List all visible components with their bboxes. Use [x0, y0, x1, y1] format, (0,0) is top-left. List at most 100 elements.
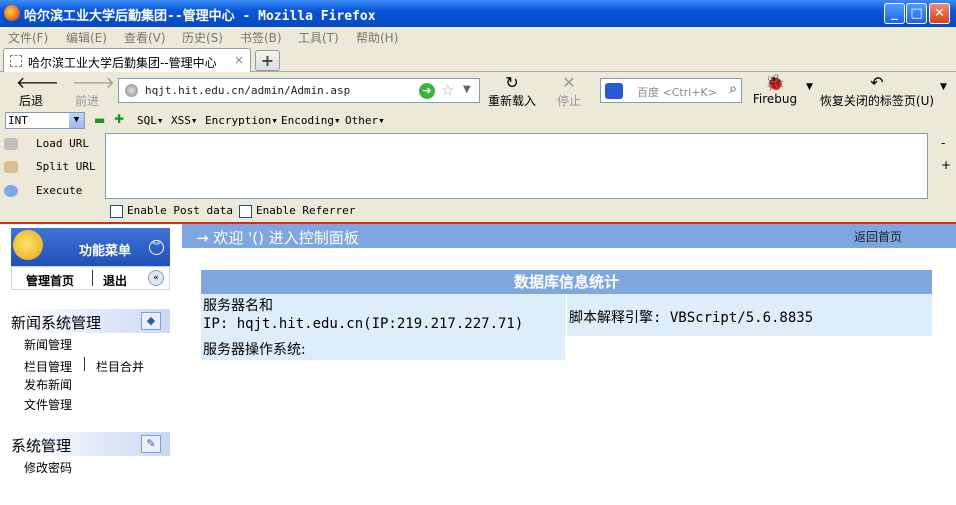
hide-sidebar-icon[interactable]: « — [148, 270, 164, 286]
link-divider — [84, 357, 85, 371]
menu-tabs: 管理首页 退出 « — [11, 266, 170, 290]
minimize-button[interactable]: _ — [884, 3, 905, 24]
firefox-window: 哈尔滨工业大学后勤集团--管理中心 - Mozilla Firefox _ □ … — [0, 0, 956, 505]
shrink-textarea-button[interactable]: - — [941, 136, 945, 150]
execute-icon — [4, 185, 18, 197]
column-merge-link[interactable]: 栏目合并 — [96, 358, 144, 375]
go-arrow-icon[interactable]: ➜ — [419, 83, 435, 99]
forward-label: 前进 — [74, 94, 99, 108]
stop-icon: ✕ — [562, 73, 576, 92]
enable-referrer-checkbox[interactable]: Enable Referrer — [239, 204, 355, 218]
hackbar-url-textarea[interactable] — [105, 133, 928, 199]
logout-link[interactable]: 退出 — [103, 272, 127, 289]
restore-tabs-label: 恢复关闭的标签页(U) — [819, 94, 935, 108]
hackbar-menu-encryption[interactable]: Encryption▾ — [205, 114, 278, 127]
system-section-icon: ✎ — [141, 435, 161, 453]
page-content: 功能菜单 ︾ 管理首页 退出 « 新闻系统管理 ◆ 新闻管理 栏目管理 栏目合并… — [0, 222, 956, 505]
menu-bookmarks[interactable]: 书签(B) — [240, 29, 282, 46]
bookmark-star-icon[interactable]: ☆ — [441, 81, 454, 99]
news-section-icon: ◆ — [141, 312, 161, 330]
server-info-row: 服务器名和 IP: hqjt.hit.edu.cn(IP:219.217.227… — [201, 294, 932, 336]
restore-closed-tabs-button[interactable]: ↶ 恢复关闭的标签页(U) — [818, 74, 936, 109]
back-arrow-icon: 🡐 — [16, 73, 59, 92]
reload-label: 重新载入 — [487, 94, 536, 108]
hackbar-menu-other[interactable]: Other▾ — [345, 114, 385, 127]
tab-admin[interactable]: 哈尔滨工业大学后勤集团--管理中心 × — [3, 48, 251, 73]
select-dropdown-icon[interactable]: ▼ — [69, 113, 84, 128]
close-button[interactable]: ✕ — [929, 3, 950, 24]
forward-button[interactable]: 🡒 前进 — [72, 73, 115, 109]
split-url-button[interactable]: Split URL — [4, 160, 96, 173]
menu-file[interactable]: 文件(F) — [8, 29, 48, 46]
enable-referrer-box[interactable] — [239, 204, 252, 218]
db-stats-title: 数据库信息统计 — [201, 270, 932, 294]
title-bar: 哈尔滨工业大学后勤集团--管理中心 - Mozilla Firefox _ □ … — [0, 0, 956, 27]
reload-icon: ↻ — [505, 73, 519, 92]
return-home-link[interactable]: 返回首页 — [854, 228, 902, 245]
file-manage-link[interactable]: 文件管理 — [24, 396, 72, 413]
server-name-label: 服务器名和 — [203, 298, 273, 314]
admin-home-link[interactable]: 管理首页 — [26, 272, 74, 289]
script-engine-cell: 脚本解释引擎: VBScript/5.6.8835 — [569, 310, 814, 326]
stop-button[interactable]: ✕ 停止 — [554, 74, 584, 109]
restore-dropdown-icon[interactable]: ▼ — [940, 82, 947, 92]
url-text[interactable]: hqjt.hit.edu.cn/admin/Admin.asp — [145, 84, 350, 97]
hackbar-type-select[interactable]: INT ▼ — [5, 112, 85, 129]
load-url-button[interactable]: Load URL — [4, 137, 89, 150]
hackbar: INT ▼ ▬ ✚ SQL▾ XSS▾ Encryption▾ Encoding… — [0, 110, 956, 222]
change-password-link[interactable]: 修改密码 — [24, 459, 72, 476]
welcome-bar: → 欢迎 '() 进入控制面板 返回首页 — [182, 224, 956, 248]
hackbar-menu-sql[interactable]: SQL▾ — [137, 114, 164, 127]
collapse-menu-icon[interactable]: ︾ — [149, 240, 164, 255]
baidu-paw-icon[interactable]: 🐾 — [605, 83, 623, 99]
stop-label: 停止 — [556, 94, 581, 108]
search-magnifier-icon[interactable]: ⌕ — [729, 81, 737, 97]
back-button[interactable]: 🡐 后退 — [16, 73, 59, 109]
server-os-cell: 服务器操作系统: — [203, 342, 306, 358]
news-section-title: 新闻系统管理 — [11, 314, 102, 332]
url-dropdown-icon[interactable]: ▼ — [463, 84, 471, 95]
enable-post-box[interactable] — [110, 204, 123, 218]
welcome-text: → 欢迎 '() 进入控制面板 — [196, 229, 359, 247]
forward-arrow-icon: 🡒 — [72, 73, 115, 92]
increase-icon[interactable]: ✚ — [114, 112, 124, 126]
server-ip-value: IP: hqjt.hit.edu.cn(IP:219.217.227.71) — [203, 316, 524, 332]
split-url-icon — [4, 161, 18, 173]
back-label: 后退 — [18, 94, 43, 108]
reload-button[interactable]: ↻ 重新载入 — [486, 74, 538, 109]
site-identity-icon[interactable] — [125, 84, 138, 97]
menu-tools[interactable]: 工具(T) — [298, 29, 339, 46]
grow-textarea-button[interactable]: + — [941, 158, 951, 172]
restore-tab-icon: ↶ — [870, 73, 884, 92]
system-section-title: 系统管理 — [11, 437, 72, 455]
news-manage-link[interactable]: 新闻管理 — [24, 336, 72, 353]
hackbar-menu-xss[interactable]: XSS▾ — [171, 114, 198, 127]
function-menu-header: 功能菜单 ︾ — [11, 228, 170, 266]
url-bar[interactable]: hqjt.hit.edu.cn/admin/Admin.asp ➜ ☆ ▼ — [118, 78, 480, 103]
menu-help[interactable]: 帮助(H) — [356, 29, 398, 46]
menu-bar: 文件(F) 编辑(E) 查看(V) 历史(S) 书签(B) 工具(T) 帮助(H… — [0, 27, 956, 46]
menu-history[interactable]: 历史(S) — [182, 29, 223, 46]
menu-edit[interactable]: 编辑(E) — [66, 29, 107, 46]
hackbar-menu-encoding[interactable]: Encoding▾ — [281, 114, 341, 127]
publish-news-link[interactable]: 发布新闻 — [24, 376, 72, 393]
cell-divider — [566, 294, 567, 336]
maximize-button[interactable]: □ — [906, 3, 927, 24]
tab-bar: 哈尔滨工业大学后勤集团--管理中心 × + — [0, 46, 956, 73]
news-section-header[interactable]: 新闻系统管理 ◆ — [11, 309, 170, 333]
new-tab-button[interactable]: + — [255, 50, 280, 71]
admin-sidebar: 功能菜单 ︾ 管理首页 退出 « 新闻系统管理 ◆ 新闻管理 栏目管理 栏目合并… — [0, 224, 180, 505]
menu-view[interactable]: 查看(V) — [124, 29, 166, 46]
decrease-icon[interactable]: ▬ — [94, 113, 105, 127]
hackbar-type-value: INT — [8, 114, 28, 127]
enable-post-checkbox[interactable]: Enable Post data — [110, 204, 233, 218]
execute-button[interactable]: Execute — [4, 184, 82, 197]
search-box[interactable]: 🐾 百度 <Ctrl+K> ⌕ — [600, 78, 742, 103]
column-manage-link[interactable]: 栏目管理 — [24, 358, 72, 375]
firebug-icon: 🐞 — [765, 73, 785, 92]
firebug-dropdown-icon[interactable]: ▼ — [806, 82, 813, 92]
tab-close-icon[interactable]: × — [234, 53, 244, 67]
navigation-toolbar: 🡐 后退 🡒 前进 hqjt.hit.edu.cn/admin/Admin.as… — [0, 72, 956, 110]
system-section-header[interactable]: 系统管理 ✎ — [11, 432, 170, 456]
firebug-button[interactable]: 🐞 Firebug — [751, 73, 799, 107]
